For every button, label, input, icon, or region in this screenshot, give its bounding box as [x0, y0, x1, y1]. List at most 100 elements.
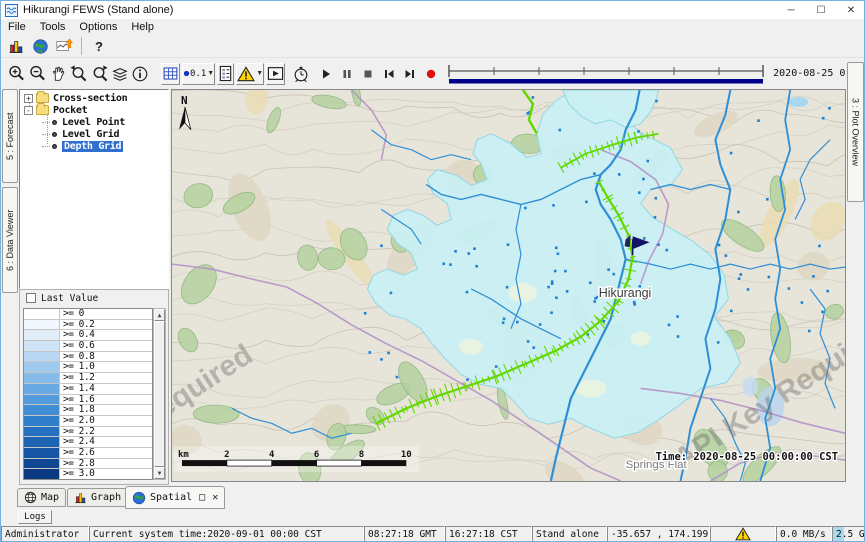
status-mode: Stand alone [532, 526, 607, 542]
top-toolbar: ? [1, 35, 865, 58]
globe-icon [132, 491, 146, 505]
menu-file[interactable]: File [1, 20, 33, 34]
tab-map[interactable]: Map [17, 488, 66, 507]
threshold-dropdown[interactable]: 0.1 ▼ [182, 63, 215, 85]
bar-chart-icon[interactable] [5, 35, 27, 57]
svg-text:10: 10 [401, 450, 412, 460]
last-value-checkbox[interactable] [26, 293, 36, 303]
title-bar: Hikurangi FEWS (Stand alone) ─ ☐ ✕ [1, 1, 865, 19]
tab-graph[interactable]: Graph [67, 488, 128, 507]
legend-color-swatch [24, 320, 60, 330]
warning-dropdown[interactable]: ▼ [236, 63, 264, 85]
legend-threshold-label: >= 1.4 [60, 384, 94, 394]
legend-table: >= 0 >= 0.2 >= 0.4 >= 0.6 [23, 308, 153, 480]
zoom-in-icon[interactable] [7, 63, 26, 85]
tab-maximize-icon[interactable]: □ [199, 492, 205, 503]
legend-threshold-label: >= 1.8 [60, 405, 94, 415]
app-logo-icon [5, 4, 18, 17]
legend-color-swatch [24, 437, 60, 447]
status-warning[interactable] [710, 526, 776, 542]
timeline-slider[interactable] [447, 63, 765, 85]
scrollbar-thumb[interactable] [154, 321, 165, 467]
logs-button[interactable]: Logs [18, 510, 52, 524]
legend-threshold-label: >= 0.8 [60, 352, 94, 362]
play-icon[interactable] [319, 63, 333, 85]
stop-icon[interactable] [361, 63, 375, 85]
map-scalebar: km 2 4 6 8 10 [174, 446, 419, 472]
minimize-button[interactable]: ─ [776, 1, 806, 19]
bullet-icon [52, 132, 57, 137]
window-title: Hikurangi FEWS (Stand alone) [23, 4, 173, 16]
menu-bar: File Tools Options Help [1, 19, 865, 35]
skip-start-icon[interactable] [382, 63, 396, 85]
tab-data-viewer[interactable]: 6 : Data Viewer [2, 187, 18, 293]
skip-end-icon[interactable] [403, 63, 417, 85]
play-box-icon[interactable] [266, 63, 285, 85]
zoom-out-icon[interactable] [28, 63, 47, 85]
left-tab-strip: 5 : Forecast 6 : Data Viewer [1, 89, 19, 485]
globe-icon[interactable] [29, 35, 51, 57]
scroll-down-icon[interactable]: ▼ [154, 467, 165, 479]
legend-color-swatch [24, 469, 60, 479]
status-system-time: Current system time:2020-09-01 00:00 CST [89, 526, 364, 542]
status-gmt-time: 08:27:18 GMT [364, 526, 445, 542]
menu-help[interactable]: Help [124, 20, 161, 34]
legend-color-swatch [24, 405, 60, 415]
collapse-icon[interactable]: - [24, 106, 33, 115]
folder-icon [36, 93, 49, 103]
legend-threshold-label: >= 2.4 [60, 437, 94, 447]
last-value-label: Last Value [41, 293, 98, 304]
pause-icon[interactable] [340, 63, 354, 85]
expand-icon[interactable]: + [24, 94, 33, 103]
legend-scrollbar[interactable]: ▲ ▼ [153, 308, 166, 480]
legend-threshold-label: >= 3.0 [60, 469, 94, 479]
legend-row[interactable]: >= 2.0 [24, 416, 152, 427]
pan-hand-icon[interactable] [49, 63, 67, 85]
svg-text:8: 8 [359, 450, 364, 460]
legend-panel: Last Value >= 0 >= 0.2 >= 0.4 [19, 289, 169, 485]
help-icon[interactable]: ? [88, 35, 110, 57]
zoom-previous-icon[interactable] [69, 63, 88, 85]
warning-icon [735, 527, 751, 541]
close-button[interactable]: ✕ [836, 1, 865, 19]
legend-color-swatch [24, 416, 60, 426]
layers-icon[interactable] [111, 63, 129, 85]
profile-chart-icon[interactable] [53, 35, 75, 57]
status-network-speed: 0.0 MB/s [776, 526, 832, 542]
tree-item-pocket[interactable]: - Pocket [24, 104, 87, 116]
legend-color-swatch [24, 448, 60, 458]
grid-icon[interactable] [161, 63, 180, 85]
tab-spatial[interactable]: Spatial □ ✕ [125, 486, 225, 509]
timer-icon[interactable] [292, 63, 310, 85]
chevron-down-icon: ▼ [207, 70, 214, 77]
tree-item-level-point[interactable]: Level Point [42, 116, 125, 128]
legend-threshold-label: >= 0.2 [60, 320, 94, 330]
legend-threshold-label: >= 2.2 [60, 427, 94, 437]
menu-tools[interactable]: Tools [33, 20, 73, 34]
tab-forecast[interactable]: 5 : Forecast [2, 89, 18, 183]
maximize-button[interactable]: ☐ [806, 1, 836, 19]
legend-row[interactable]: >= 1.4 [24, 384, 152, 395]
info-icon[interactable] [131, 63, 149, 85]
svg-text:2: 2 [224, 450, 229, 460]
legend-icon[interactable] [217, 63, 234, 85]
legend-threshold-label: >= 0 [60, 309, 84, 319]
legend-color-swatch [24, 362, 60, 372]
status-coordinates: -35.657 , 174.199 [607, 526, 710, 542]
tab-plot-overview[interactable]: 3 : Plot Overview [847, 62, 864, 202]
map-toolbar: 0.1 ▼ ▼ [1, 58, 865, 89]
timeline-progress-bar [449, 79, 763, 84]
menu-options[interactable]: Options [72, 20, 124, 34]
bottom-tab-bar: Map Graph Spatial □ ✕ Logs [1, 485, 865, 525]
legend-color-swatch [24, 427, 60, 437]
record-icon[interactable] [424, 63, 438, 85]
tree-item-level-grid[interactable]: Level Grid [42, 128, 119, 140]
tab-close-icon[interactable]: ✕ [212, 492, 218, 503]
scroll-up-icon[interactable]: ▲ [154, 309, 165, 321]
legend-color-swatch [24, 459, 60, 469]
legend-threshold-label: >= 2.6 [60, 448, 94, 458]
map-canvas[interactable]: API Key Required API Key Required N Hiku… [171, 89, 846, 482]
svg-text:N: N [181, 94, 188, 107]
tree-item-depth-grid[interactable]: Depth Grid [42, 140, 123, 152]
zoom-next-icon[interactable] [90, 63, 109, 85]
